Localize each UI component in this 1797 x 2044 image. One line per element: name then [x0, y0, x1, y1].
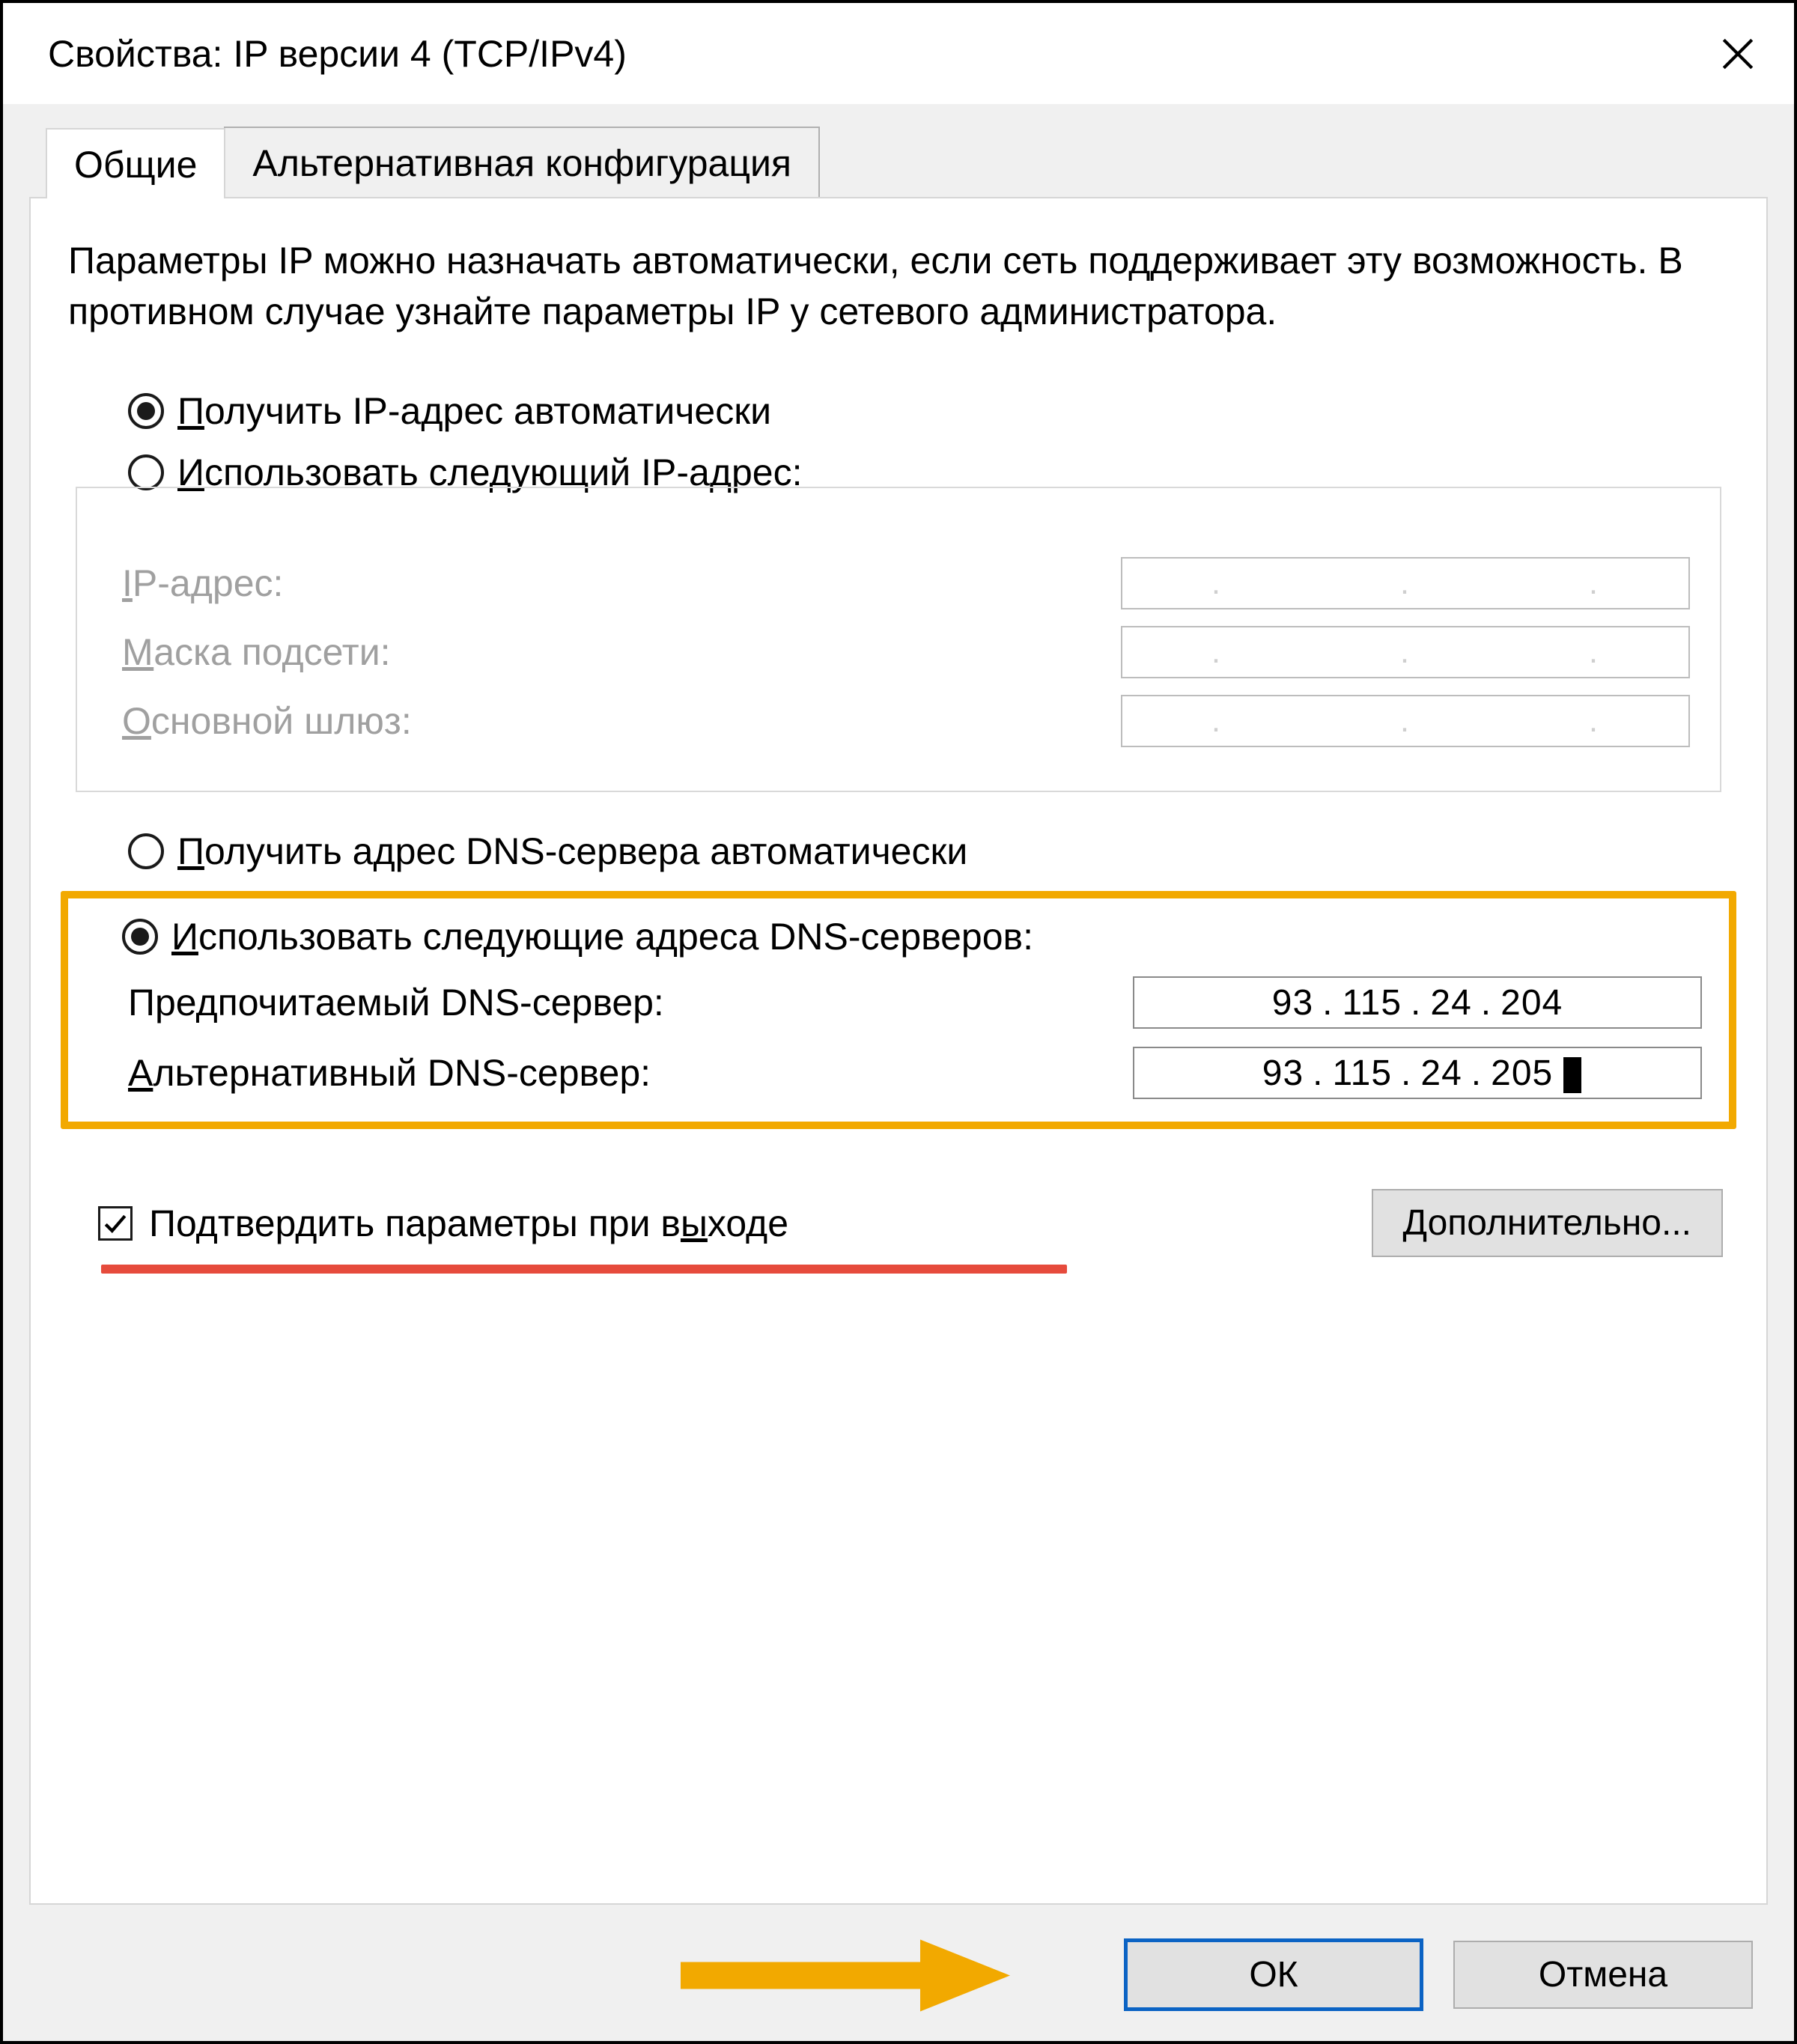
alternate-dns-value: 93.115.24.205: [1253, 1053, 1581, 1094]
field-row-preferred-dns: Предпочитаемый DNS-сервер: 93.115.24.204: [128, 976, 1702, 1029]
tabstrip: Общие Альтернативная конфигурация: [46, 127, 1768, 197]
tab-general[interactable]: Общие: [46, 128, 225, 198]
field-row-gateway: Основной шлюз: ...: [122, 695, 1690, 747]
field-row-alternate-dns: Альтернативный DNS-сервер: 93.115.24.205: [128, 1047, 1702, 1099]
preferred-dns-value: 93.115.24.204: [1263, 982, 1572, 1023]
advanced-button[interactable]: Дополнительно...: [1372, 1189, 1723, 1257]
input-preferred-dns[interactable]: 93.115.24.204: [1133, 976, 1702, 1029]
close-button[interactable]: [1704, 20, 1772, 88]
ok-button[interactable]: ОК: [1124, 1938, 1423, 2011]
checkbox-validate-label: Подтвердить параметры при выходе: [149, 1202, 1372, 1245]
input-ip-address: ...: [1121, 557, 1690, 609]
arrow-right-icon: [681, 1932, 1010, 2014]
radio-dns-auto-label: Получить адрес DNS-сервера автоматически: [177, 830, 967, 873]
footer-row: Подтвердить параметры при выходе Дополни…: [98, 1189, 1723, 1257]
arrow-annotation: [681, 1932, 1010, 2018]
field-row-mask: Маска подсети: ...: [122, 626, 1690, 678]
intro-text: Параметры IP можно назначать автоматичес…: [68, 236, 1729, 337]
radio-dns-manual[interactable]: [122, 919, 158, 955]
radio-ip-auto[interactable]: [128, 393, 164, 429]
radio-row-dns-manual[interactable]: Использовать следующие адреса DNS-сервер…: [122, 915, 1702, 958]
input-subnet-mask: ...: [1121, 626, 1690, 678]
dialog-button-bar: ОК Отмена: [29, 1938, 1768, 2011]
cancel-button[interactable]: Отмена: [1453, 1941, 1753, 2009]
tab-alternate[interactable]: Альтернативная конфигурация: [224, 127, 820, 197]
check-icon: [103, 1211, 128, 1236]
checkbox-validate-on-exit[interactable]: [98, 1206, 133, 1241]
titlebar: Свойства: IP версии 4 (TCP/IPv4): [3, 3, 1794, 104]
tab-page-general: Параметры IP можно назначать автоматичес…: [29, 197, 1768, 1905]
radio-ip-manual[interactable]: [128, 454, 164, 490]
input-alternate-dns[interactable]: 93.115.24.205: [1133, 1047, 1702, 1099]
field-row-ip: IP-адрес: ...: [122, 557, 1690, 609]
client-area: Общие Альтернативная конфигурация Параме…: [3, 104, 1794, 2041]
input-default-gateway: ...: [1121, 695, 1690, 747]
radio-dns-manual-label: Использовать следующие адреса DNS-сервер…: [171, 915, 1033, 958]
label-alternate-dns: Альтернативный DNS-сервер:: [128, 1051, 1133, 1095]
radio-dns-auto[interactable]: [128, 833, 164, 869]
label-preferred-dns: Предпочитаемый DNS-сервер:: [128, 981, 1133, 1024]
close-icon: [1719, 35, 1757, 73]
label-subnet-mask: Маска подсети:: [122, 630, 1121, 674]
label-default-gateway: Основной шлюз:: [122, 699, 1121, 743]
radio-row-ip-auto[interactable]: Получить IP-адрес автоматически: [128, 389, 1729, 433]
label-ip-address: IP-адрес:: [122, 562, 1121, 605]
radio-ip-auto-label: Получить IP-адрес автоматически: [177, 389, 771, 433]
dns-highlight-box: Использовать следующие адреса DNS-сервер…: [61, 891, 1736, 1129]
radio-row-dns-auto[interactable]: Получить адрес DNS-сервера автоматически: [128, 830, 1729, 873]
dialog-window: Свойства: IP версии 4 (TCP/IPv4) Общие А…: [0, 0, 1797, 2044]
red-underline-annotation: [101, 1265, 1067, 1274]
window-title: Свойства: IP версии 4 (TCP/IPv4): [48, 32, 1704, 76]
ip-fields-group: IP-адрес: ... Маска подсети: ... Основно…: [76, 487, 1721, 792]
text-cursor: [1563, 1057, 1581, 1093]
